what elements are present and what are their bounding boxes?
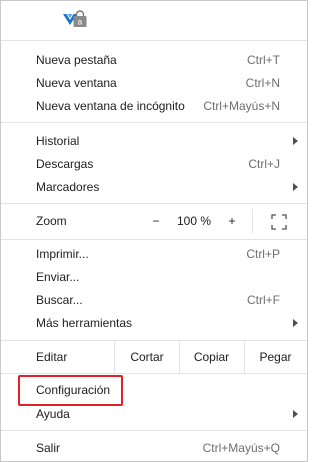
menu-item-shortcut: Ctrl+N [245, 76, 280, 90]
extensions-bar: a [1, 1, 307, 41]
menu-item-find[interactable]: Buscar... Ctrl+F [1, 289, 307, 311]
menu-item-label: Buscar... [36, 293, 83, 307]
menu-separator [1, 430, 307, 431]
menu-item-shortcut: Ctrl+T [247, 53, 280, 67]
menu-item-label: Historial [36, 134, 80, 148]
menu-item-label: Nueva ventana [36, 76, 117, 90]
menu-item-bookmarks[interactable]: Marcadores [1, 176, 307, 198]
menu-item-new-incognito-window[interactable]: Nueva ventana de incógnito Ctrl+Mayús+N [1, 95, 307, 117]
submenu-arrow-icon [293, 137, 298, 145]
zoom-label: Zoom [36, 214, 67, 228]
menu-item-cast[interactable]: Enviar... [1, 266, 307, 288]
menu-item-help[interactable]: Ayuda [1, 403, 307, 425]
edit-row: Editar Cortar Copiar Pegar [1, 341, 307, 373]
menu-item-shortcut: Ctrl+P [246, 247, 280, 261]
menu-item-label: Marcadores [36, 180, 100, 194]
zoom-row: Zoom − 100 % + [1, 208, 307, 234]
menu-item-label: Más herramientas [36, 316, 133, 330]
chrome-main-menu: a Nueva pestaña Ctrl+T Nueva ventana Ctr… [0, 0, 308, 462]
menu-separator [1, 373, 307, 374]
submenu-arrow-icon [293, 319, 298, 327]
menu-item-history[interactable]: Historial [1, 130, 307, 152]
menu-item-downloads[interactable]: Descargas Ctrl+J [1, 153, 307, 175]
menu-item-print[interactable]: Imprimir... Ctrl+P [1, 243, 307, 265]
shopping-bag-icon[interactable]: a [71, 10, 89, 28]
menu-item-label: Imprimir... [36, 247, 89, 261]
menu-item-more-tools[interactable]: Más herramientas [1, 312, 307, 334]
menu-item-shortcut: Ctrl+F [247, 293, 280, 307]
menu-item-label: Nueva pestaña [36, 53, 117, 67]
menu-item-shortcut: Ctrl+Mayús+Q [202, 441, 280, 455]
menu-item-label: Descargas [36, 157, 94, 171]
settings-highlight-box [18, 375, 123, 406]
menu-separator [1, 239, 307, 240]
submenu-arrow-icon [293, 410, 298, 418]
menu-item-label: Enviar... [36, 270, 80, 284]
cut-button[interactable]: Cortar [115, 341, 179, 373]
menu-item-label: Ayuda [36, 407, 70, 421]
menu-item-label: Salir [36, 441, 61, 455]
zoom-level-value: 100 % [177, 214, 212, 228]
fullscreen-icon[interactable] [271, 213, 287, 230]
menu-separator [1, 122, 307, 123]
svg-text:a: a [78, 18, 83, 27]
paste-button[interactable]: Pegar [244, 341, 307, 373]
menu-item-exit[interactable]: Salir Ctrl+Mayús+Q [1, 437, 307, 459]
zoom-in-button[interactable]: + [225, 208, 239, 234]
submenu-arrow-icon [293, 183, 298, 191]
menu-item-new-tab[interactable]: Nueva pestaña Ctrl+T [1, 49, 307, 71]
edit-label: Editar [36, 350, 68, 364]
menu-item-shortcut: Ctrl+Mayús+N [203, 99, 280, 113]
zoom-divider [252, 209, 253, 233]
menu-separator [1, 203, 307, 204]
menu-item-shortcut: Ctrl+J [248, 157, 280, 171]
copy-button[interactable]: Copiar [179, 341, 244, 373]
zoom-out-button[interactable]: − [149, 208, 163, 234]
menu-item-label: Nueva ventana de incógnito [36, 99, 185, 113]
menu-item-new-window[interactable]: Nueva ventana Ctrl+N [1, 72, 307, 94]
